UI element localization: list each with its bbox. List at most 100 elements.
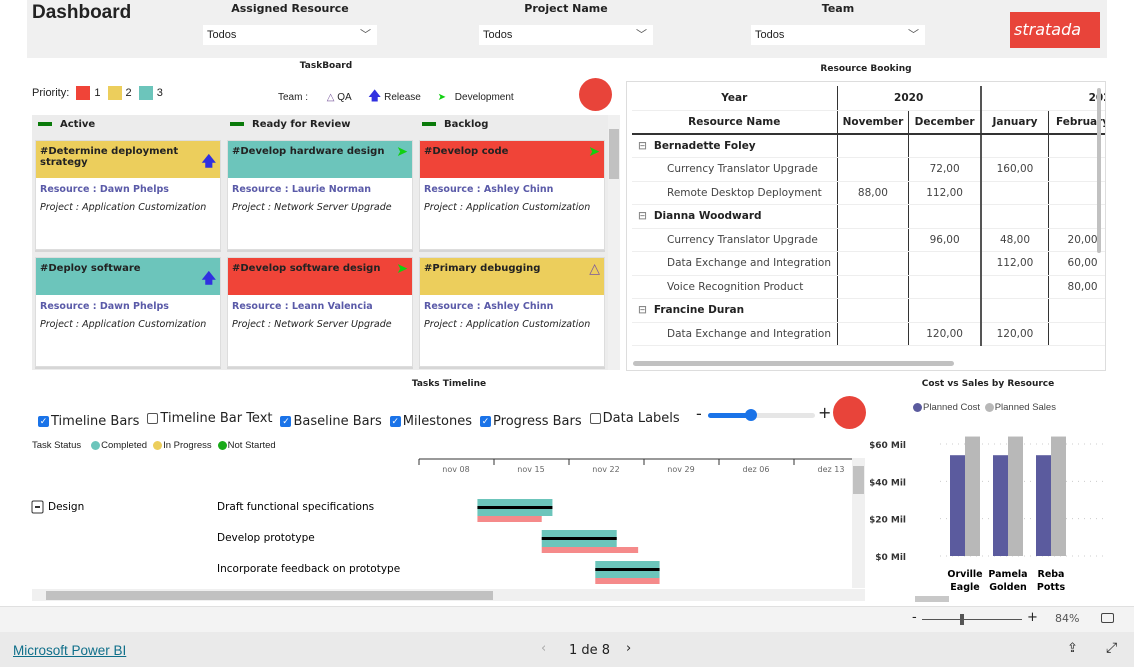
option-checkbox[interactable]: ✓ Milestones — [389, 414, 472, 429]
timeline-zoom-slider[interactable] — [708, 409, 815, 421]
stratada-badge-icon — [833, 396, 866, 429]
cost-sales-chart: $0 Mil $20 Mil $40 Mil $60 Mil Orville EagleP… — [870, 436, 1103, 593]
collapse-icon[interactable]: ⊟ — [638, 210, 647, 222]
project-row: Voice Recognition Product 80,00 — [632, 275, 1105, 299]
month-header: December — [908, 110, 982, 135]
dropdown-value: Todos — [755, 29, 785, 41]
triangle-icon: △ — [589, 261, 600, 277]
collapse-icon[interactable]: ⊟ — [638, 304, 647, 316]
group-cell: ⊟ Francine Duran — [632, 298, 838, 323]
checkbox-checked-icon[interactable]: ✓ — [480, 416, 492, 427]
column-header: Ready for Review — [224, 115, 416, 135]
status-dot-icon — [217, 440, 227, 450]
empty-cell — [980, 298, 1050, 323]
fullscreen-icon[interactable]: ⤢ — [1106, 640, 1117, 656]
y-tick-label: $60 Mil — [870, 441, 906, 451]
horizontal-scrollbar[interactable] — [633, 361, 954, 366]
bar-planned-cost[interactable] — [950, 455, 965, 556]
card-project: Project : Network Server Upgrade — [232, 202, 392, 213]
option-label: Progress Bars — [493, 414, 582, 429]
project-name: Currency Translator Upgrade — [632, 228, 838, 252]
team-development-label: Development — [454, 92, 514, 103]
page-zoom-out-button[interactable]: - — [912, 610, 917, 625]
group-label[interactable]: Design — [48, 501, 84, 513]
bar-planned-cost[interactable] — [1036, 455, 1051, 556]
page-zoom-slider[interactable] — [922, 614, 1022, 625]
zoom-minus-button[interactable]: - — [696, 404, 702, 423]
zoom-bar: - + 84% — [0, 606, 1134, 632]
chevron-icon: ➤ — [396, 144, 408, 160]
bar-planned-sales[interactable] — [965, 436, 980, 556]
checkbox-checked-icon[interactable]: ✓ — [38, 416, 49, 427]
axis-tick-label: nov 15 — [517, 465, 544, 474]
card-resource: Resource : Ashley Chinn — [424, 184, 554, 195]
status-bar-icon — [38, 122, 52, 126]
column-header: Backlog — [416, 115, 608, 135]
resource-name: Francine Duran — [653, 304, 745, 317]
board-vertical-scrollbar[interactable] — [608, 115, 620, 370]
checkbox-unchecked-icon[interactable] — [589, 413, 601, 424]
dropdown-value: Todos — [207, 29, 237, 41]
value-cell: 120,00 — [908, 322, 982, 346]
priority-3-label: 3 — [156, 86, 163, 99]
fit-to-page-icon[interactable] — [1101, 613, 1114, 623]
empty-cell — [837, 134, 910, 158]
chevron-icon: ➤ — [396, 261, 408, 277]
timeline-horizontal-scrollbar[interactable] — [32, 589, 865, 601]
year-header-row: Year2020202 — [632, 86, 1105, 111]
task-card[interactable]: #Primary debugging △ Resource : Ashley Chi… — [419, 257, 605, 367]
option-checkbox[interactable]: ✓ Baseline Bars — [280, 414, 382, 429]
timeline-options: ✓ Timeline Bars Timeline Bar Text ✓ Baseline… — [38, 409, 688, 429]
column-title: Active — [60, 119, 96, 130]
bar-planned-sales[interactable] — [1051, 436, 1066, 556]
checkbox-unchecked-icon[interactable] — [147, 413, 159, 424]
task-name: Incorporate feedback on prototype — [217, 563, 400, 575]
y-tick-label: $20 Mil — [870, 516, 906, 526]
prev-page-icon[interactable]: ‹ — [541, 641, 546, 656]
timeline-vertical-scrollbar[interactable] — [852, 458, 865, 588]
power-bi-link[interactable]: Microsoft Power BI — [13, 643, 126, 658]
project-row: Data Exchange and Integration 120,00 120,0… — [632, 322, 1105, 346]
option-checkbox[interactable]: ✓ Progress Bars — [480, 414, 582, 429]
option-checkbox[interactable]: Data Labels — [589, 411, 680, 426]
task-card[interactable]: #Deploy software 🡅 Resource : Dawn Phelps P… — [35, 257, 221, 367]
legend-planned-sales: Planned Sales — [994, 402, 1056, 413]
share-icon[interactable]: ⇪ — [1067, 641, 1078, 656]
task-card[interactable]: #Develop code ➤ Resource : Ashley Chinn Pro… — [419, 140, 605, 250]
project-name: Remote Desktop Deployment — [632, 181, 838, 205]
axis-tick-label: dez 06 — [743, 465, 770, 474]
page-zoom-in-button[interactable]: + — [1027, 610, 1038, 625]
zoom-plus-button[interactable]: + — [818, 403, 831, 422]
bar-planned-cost[interactable] — [993, 455, 1008, 556]
task-card[interactable]: #Develop hardware design ➤ Resource : Laur… — [227, 140, 413, 250]
resource-booking-title: Resource Booking — [820, 64, 912, 74]
value-cell: 80,00 — [1048, 275, 1105, 299]
baseline-bar — [541, 547, 639, 553]
empty-cell — [837, 204, 910, 229]
task-card[interactable]: #Determine deployment strategy 🡅 Resource … — [35, 140, 221, 250]
priority-swatch-2 — [107, 86, 122, 100]
project-name-dropdown[interactable]: Todos ﹀ — [479, 25, 653, 45]
chart-scrollbar[interactable] — [915, 596, 949, 602]
value-cell: 88,00 — [837, 181, 910, 205]
assigned-resource-dropdown[interactable]: Todos ﹀ — [203, 25, 377, 45]
baseline-bar — [477, 516, 542, 522]
value-cell — [837, 322, 910, 346]
collapse-icon[interactable]: ⊟ — [638, 140, 647, 152]
option-checkbox[interactable]: ✓ Timeline Bars — [38, 414, 139, 429]
card-title: #Deploy software — [40, 263, 141, 274]
checkbox-checked-icon[interactable]: ✓ — [389, 416, 401, 427]
resource-booking-matrix: Year2020202Resource NameNovemberDecember… — [626, 81, 1106, 371]
vertical-scrollbar[interactable] — [1097, 88, 1101, 253]
card-project: Project : Application Customization — [424, 202, 591, 213]
checkbox-checked-icon[interactable]: ✓ — [280, 416, 292, 427]
value-cell — [908, 251, 982, 276]
option-checkbox[interactable]: Timeline Bar Text — [147, 411, 272, 426]
bar-planned-sales[interactable] — [1008, 436, 1023, 556]
x-tick-label: Pamela Golden — [988, 569, 1027, 593]
team-dropdown[interactable]: Todos ﹀ — [751, 25, 925, 45]
column-title: Ready for Review — [252, 119, 351, 130]
next-page-icon[interactable]: › — [626, 641, 631, 656]
task-card[interactable]: #Develop software design ➤ Resource : Lean… — [227, 257, 413, 367]
value-cell — [980, 181, 1050, 205]
